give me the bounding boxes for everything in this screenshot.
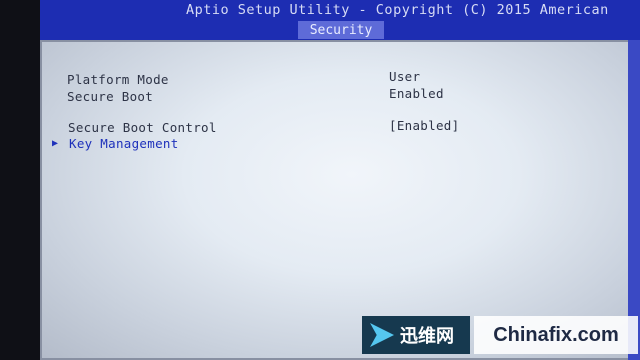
bios-screen: Aptio Setup Utility - Copyright (C) 2015… xyxy=(0,0,640,360)
secure-boot-label: Secure Boot xyxy=(67,89,154,104)
platform-mode-label: Platform Mode xyxy=(67,72,169,87)
secure-boot-value: Enabled xyxy=(389,86,444,101)
key-management-item[interactable]: Key Management xyxy=(69,136,179,151)
settings-panel xyxy=(40,40,640,360)
site-watermark: 迅维网 Chinafix.com xyxy=(362,316,638,354)
platform-mode-value: User xyxy=(389,69,421,84)
submenu-arrow-icon: ▶ xyxy=(52,138,59,149)
brand-name: 迅维网 xyxy=(400,326,454,347)
brand-badge: 迅维网 xyxy=(362,316,470,354)
secure-boot-control-label[interactable]: Secure Boot Control xyxy=(68,120,217,135)
help-panel-strip xyxy=(628,40,640,360)
bios-header: Aptio Setup Utility - Copyright (C) 2015… xyxy=(40,0,640,40)
arrow-logo-icon xyxy=(370,323,394,347)
secure-boot-control-value[interactable]: [Enabled] xyxy=(389,118,459,133)
site-name: Chinafix.com xyxy=(474,316,638,354)
tab-security[interactable]: Security xyxy=(298,21,384,39)
utility-title: Aptio Setup Utility - Copyright (C) 2015… xyxy=(186,2,609,18)
